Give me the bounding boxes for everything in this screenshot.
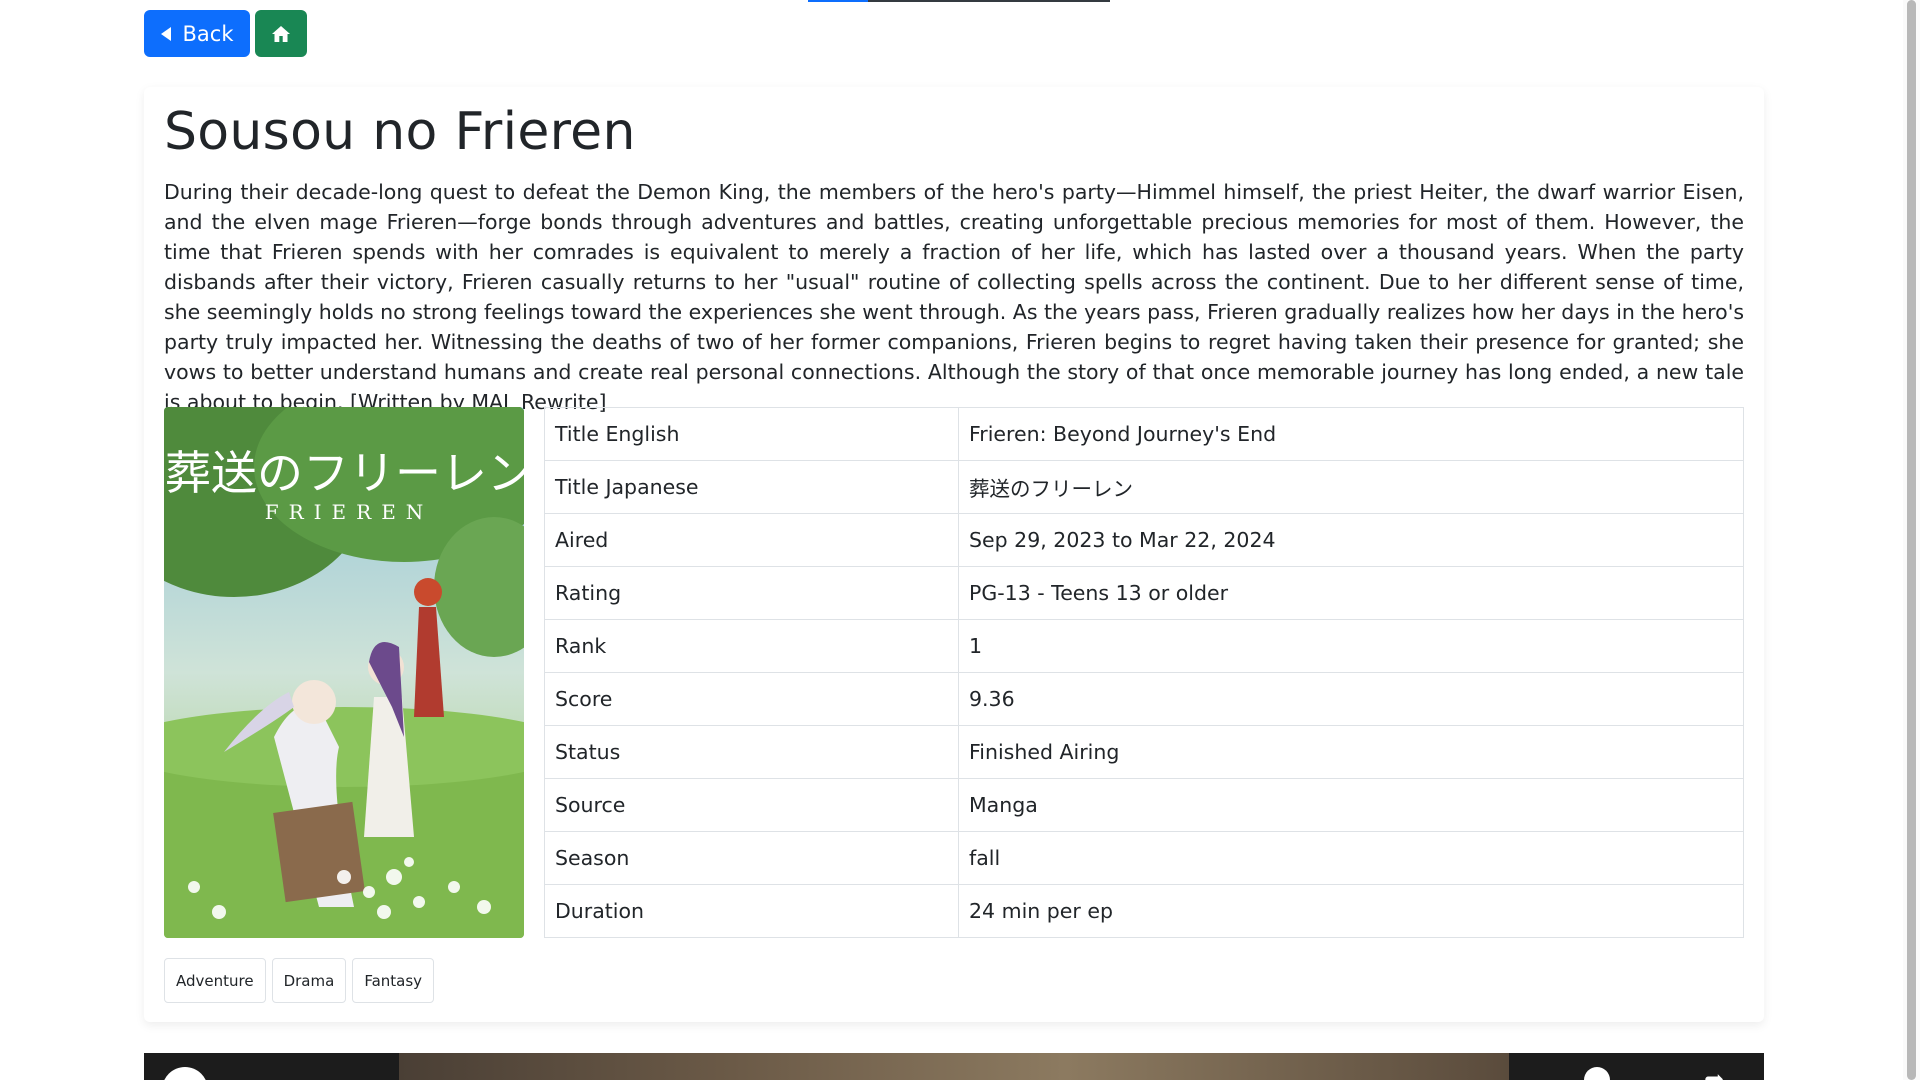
video-thumbnail (399, 1053, 1509, 1080)
genre-tag[interactable]: Fantasy (352, 958, 435, 1003)
top-progress-bar (808, 0, 1110, 2)
info-row: Source Manga (544, 778, 1744, 832)
info-table-body: Title English Frieren: Beyond Journey's E… (544, 407, 1744, 938)
info-value: PG-13 - Teens 13 or older (958, 566, 1744, 620)
anime-synopsis: During their decade-long quest to defeat… (164, 180, 1745, 414)
info-row: Duration 24 min per ep (544, 884, 1744, 938)
poster-title-jp: 葬送のフリーレン (165, 446, 524, 500)
anime-poster: 葬送のフリーレン FRIEREN (164, 407, 524, 938)
home-button[interactable] (255, 10, 307, 57)
info-value: fall (958, 831, 1744, 885)
anime-detail-card: Sousou no Frieren During their decade-lo… (144, 87, 1764, 1022)
info-label: Aired (544, 513, 959, 567)
house-icon (272, 25, 290, 42)
info-label: Score (544, 672, 959, 726)
back-button-label: Back (182, 21, 234, 46)
info-row: Title English Frieren: Beyond Journey's E… (544, 407, 1744, 461)
share-icon[interactable]: ➦ (1704, 1065, 1724, 1080)
channel-avatar[interactable] (162, 1067, 208, 1080)
info-value: Sep 29, 2023 to Mar 22, 2024 (958, 513, 1744, 567)
info-value: 1 (958, 619, 1744, 673)
info-row: Score 9.36 (544, 672, 1744, 726)
info-label: Status (544, 725, 959, 779)
genre-tag[interactable]: Drama (271, 958, 347, 1003)
poster-title-en: FRIEREN (265, 500, 434, 524)
info-value: 葬送のフリーレン (958, 460, 1744, 514)
info-label: Rating (544, 566, 959, 620)
info-value: Finished Airing (958, 725, 1744, 779)
info-row: Aired Sep 29, 2023 to Mar 22, 2024 (544, 513, 1744, 567)
info-value: 9.36 (958, 672, 1744, 726)
nav-buttons: Back (144, 10, 307, 57)
info-row: Season fall (544, 831, 1744, 885)
info-label: Source (544, 778, 959, 832)
info-label: Title English (544, 407, 959, 461)
info-label: Title Japanese (544, 460, 959, 514)
info-label: Rank (544, 619, 959, 673)
info-row: Rating PG-13 - Teens 13 or older (544, 566, 1744, 620)
genre-tags: Adventure Drama Fantasy (164, 958, 435, 1003)
top-progress-fill (808, 0, 868, 2)
scrollbar-thumb[interactable] (1907, 0, 1916, 1080)
info-label: Season (544, 831, 959, 885)
back-button[interactable]: Back (144, 10, 250, 57)
info-value: Manga (958, 778, 1744, 832)
anime-info-table: Title English Frieren: Beyond Journey's E… (544, 407, 1744, 938)
info-icon[interactable] (1584, 1067, 1610, 1080)
info-value: Frieren: Beyond Journey's End (958, 407, 1744, 461)
info-value: 24 min per ep (958, 884, 1744, 938)
info-label: Duration (544, 884, 959, 938)
video-player-strip: ➦ (144, 1053, 1764, 1080)
info-row: Rank 1 (544, 619, 1744, 673)
info-row: Title Japanese 葬送のフリーレン (544, 460, 1744, 514)
caret-left-icon (160, 26, 171, 41)
info-row: Status Finished Airing (544, 725, 1744, 779)
genre-tag[interactable]: Adventure (164, 958, 266, 1003)
scrollbar[interactable] (1903, 0, 1920, 1080)
anime-title: Sousou no Frieren (164, 102, 636, 162)
